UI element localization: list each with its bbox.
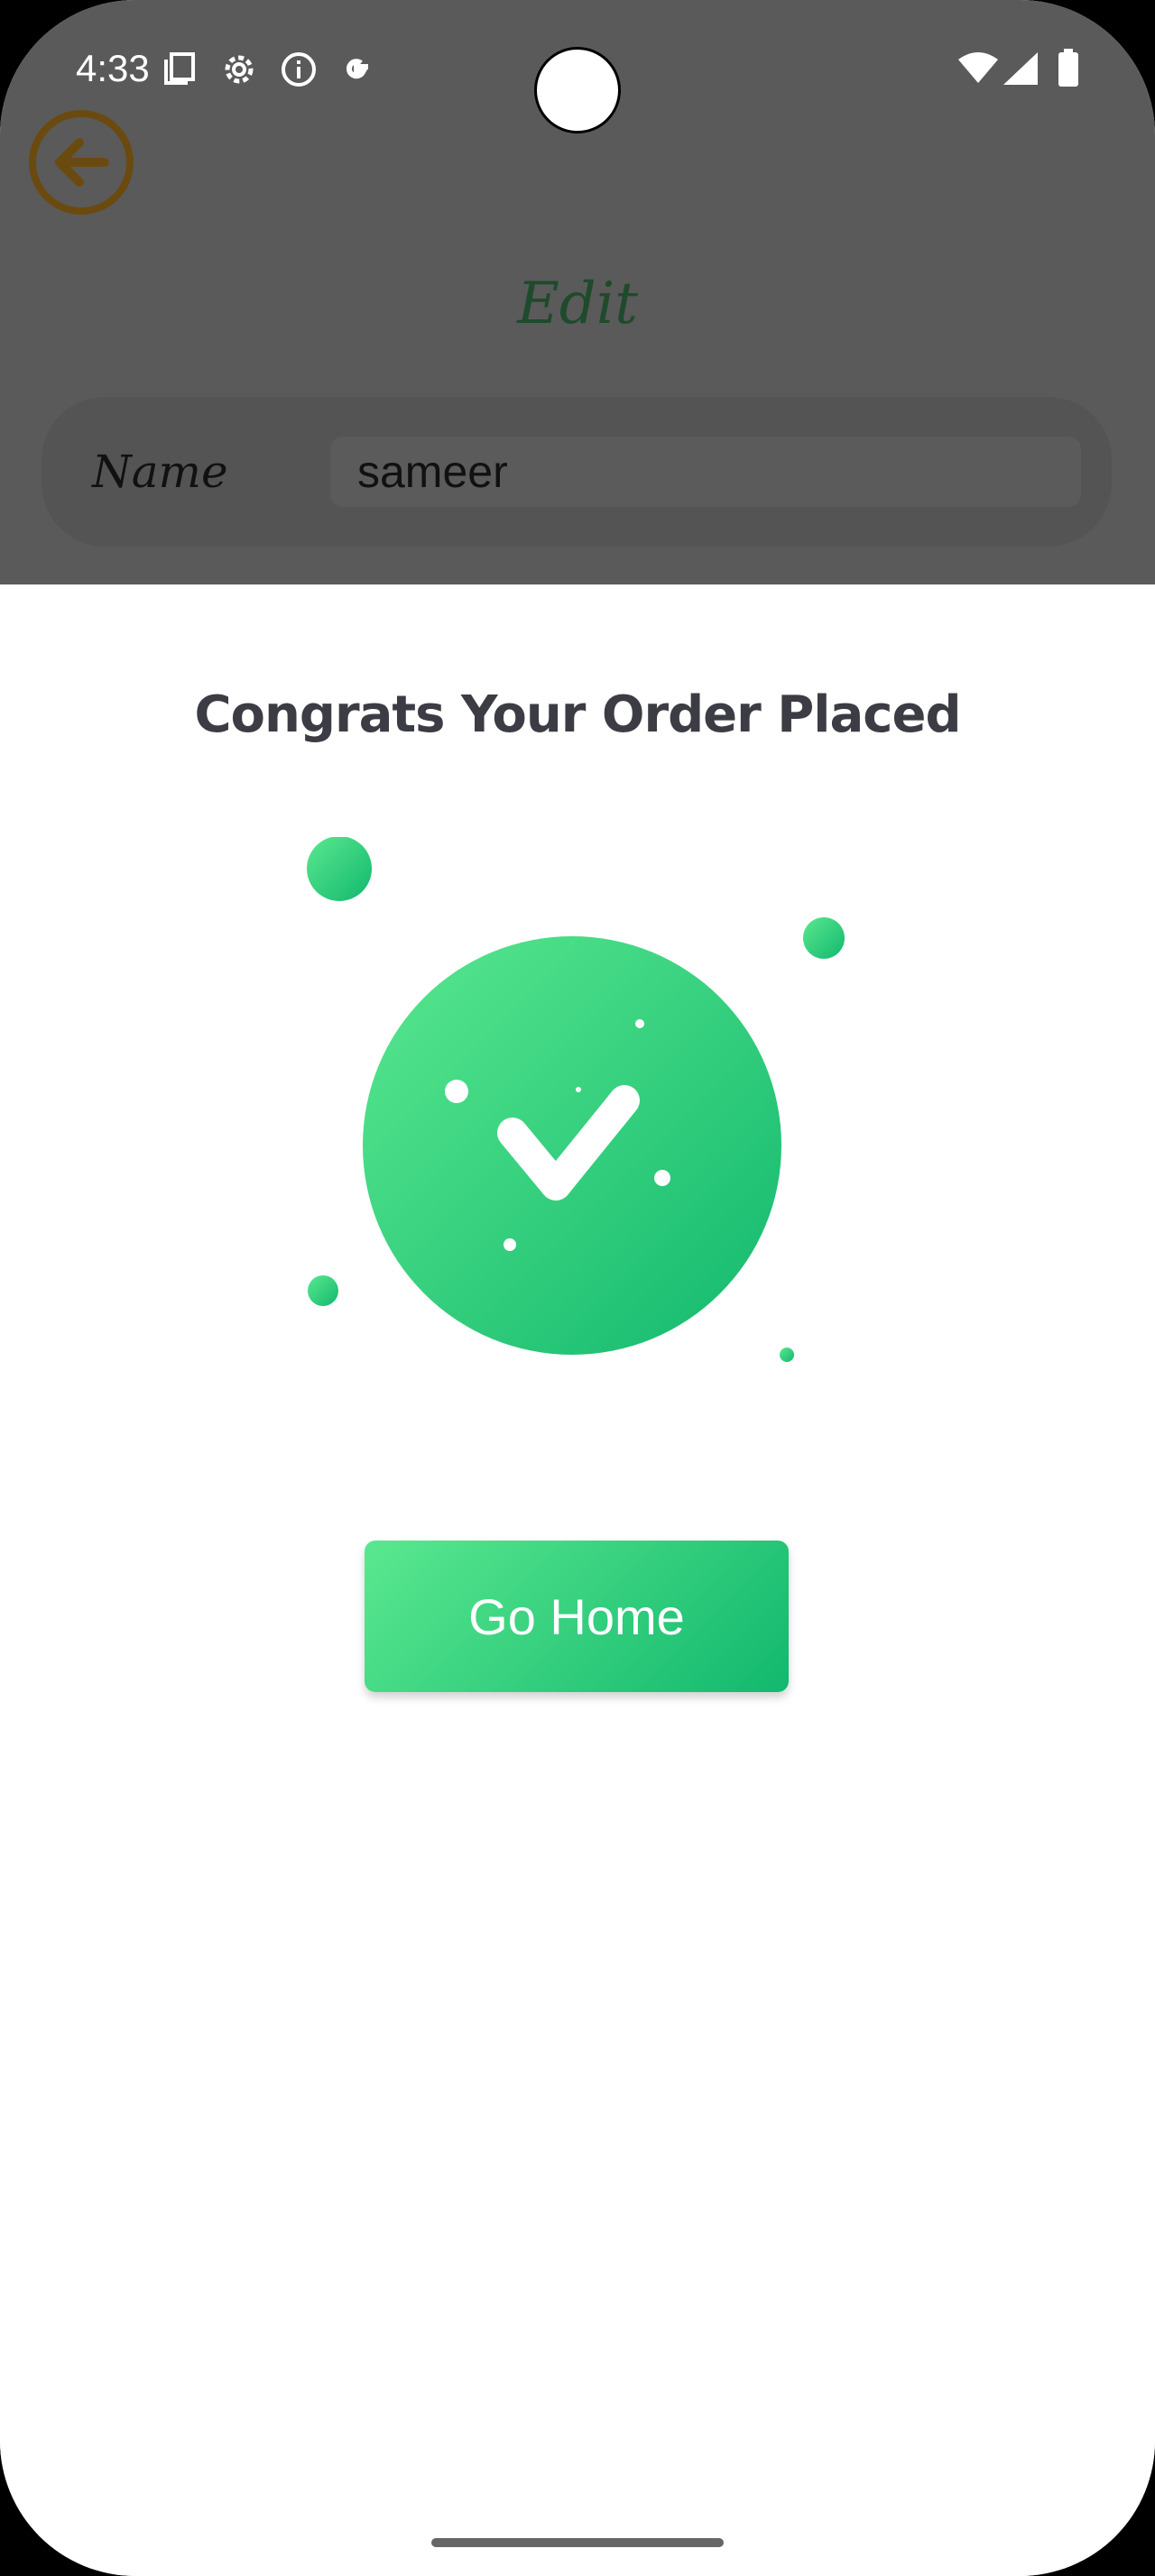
settings-gear-icon — [225, 55, 254, 84]
phone-screen: 4:33 Edit Name sameer Congrats Your Orde… — [0, 0, 1155, 2576]
success-heading: Congrats Your Order Placed — [194, 685, 961, 744]
page-title: Edit — [517, 271, 638, 337]
background-page-overlay: 4:33 Edit Name sameer — [0, 0, 1155, 584]
copy-icon — [164, 52, 195, 85]
name-card: Name sameer — [42, 397, 1112, 547]
wifi-icon — [958, 52, 998, 83]
status-bar: 4:33 — [0, 0, 1155, 135]
status-time: 4:33 — [76, 47, 150, 89]
name-label: Name — [92, 446, 228, 498]
home-indicator[interactable] — [431, 2538, 724, 2547]
name-value: sameer — [357, 446, 508, 497]
check-circle-icon — [307, 837, 845, 1362]
order-success-sheet: Congrats Your Order Placed Go Home — [0, 584, 1155, 2576]
front-camera — [534, 47, 621, 133]
signal-icon — [1003, 52, 1038, 85]
info-icon — [282, 52, 316, 87]
google-icon — [346, 59, 368, 79]
name-input[interactable]: sameer — [330, 437, 1081, 507]
go-home-button[interactable]: Go Home — [365, 1541, 789, 1692]
battery-icon — [1058, 49, 1078, 87]
back-arrow-icon[interactable] — [27, 108, 135, 216]
